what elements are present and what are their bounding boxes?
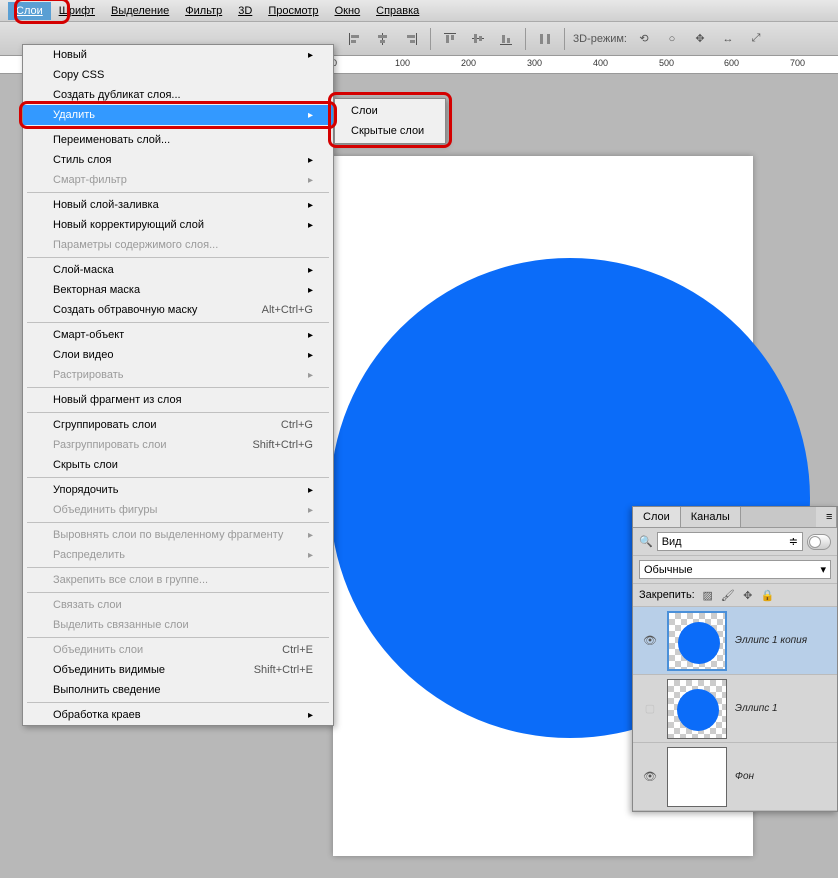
align-bottom-icon[interactable]	[495, 28, 517, 50]
search-icon: 🔍	[639, 535, 653, 548]
layers-panel: Слои Каналы ≡ 🔍 Вид≑ Обычные▾ Закрепить:…	[632, 506, 838, 812]
lock-row: Закрепить: ▨ 🖌 ✥ 🔒	[633, 584, 837, 607]
3d-mode-label: 3D-режим:	[573, 33, 627, 45]
menu-select-linked: Выделить связанные слои	[23, 615, 333, 635]
lock-paint-icon[interactable]: 🖌	[721, 588, 735, 602]
ruler-tick: 600	[724, 58, 739, 68]
layer-thumbnail[interactable]	[667, 679, 727, 739]
menu-video-layers[interactable]: Слои видео	[23, 345, 333, 365]
menu-smart-filter: Смарт-фильтр	[23, 170, 333, 190]
menu-type[interactable]: Шрифт	[51, 2, 103, 20]
slide-icon[interactable]: ↔	[717, 28, 739, 50]
menu-smart-object[interactable]: Смарт-объект	[23, 325, 333, 345]
menu-help[interactable]: Справка	[368, 2, 427, 20]
tab-layers[interactable]: Слои	[633, 507, 681, 527]
ruler-tick: 200	[461, 58, 476, 68]
visibility-icon[interactable]: ▢	[637, 702, 663, 715]
roll-icon[interactable]: ○	[661, 28, 683, 50]
layer-name[interactable]: Фон	[735, 771, 754, 782]
scale-icon[interactable]: ⤢	[745, 28, 767, 50]
tab-channels[interactable]: Каналы	[681, 507, 741, 527]
menu-new[interactable]: Новый	[23, 45, 333, 65]
panel-menu-icon[interactable]: ≡	[816, 507, 837, 527]
menu-align: Выровнять слои по выделенному фрагменту	[23, 525, 333, 545]
menu-merge-visible[interactable]: Объединить видимыеShift+Ctrl+E	[23, 660, 333, 680]
chevron-down-icon: ≑	[789, 535, 798, 548]
align-center-h-icon[interactable]	[372, 28, 394, 50]
menu-combine-shapes: Объединить фигуры	[23, 500, 333, 520]
ruler-tick: 400	[593, 58, 608, 68]
delete-submenu: Слои Скрытые слои	[334, 98, 446, 144]
separator	[430, 28, 431, 50]
menu-group[interactable]: Сгруппировать слоиCtrl+G	[23, 415, 333, 435]
distribute-icon[interactable]	[534, 28, 556, 50]
menu-lock-all: Закрепить все слои в группе...	[23, 570, 333, 590]
menu-window[interactable]: Окно	[327, 2, 369, 20]
submenu-hidden-layers[interactable]: Скрытые слои	[335, 121, 445, 141]
filter-type-select[interactable]: Вид≑	[657, 532, 803, 551]
menu-merge: Объединить слоиCtrl+E	[23, 640, 333, 660]
align-right-icon[interactable]	[400, 28, 422, 50]
layer-item[interactable]: ▢ Эллипс 1	[633, 675, 837, 743]
menu-new-adjustment[interactable]: Новый корректирующий слой	[23, 215, 333, 235]
menu-hide[interactable]: Скрыть слои	[23, 455, 333, 475]
layer-thumbnail[interactable]	[667, 747, 727, 807]
menu-link: Связать слои	[23, 595, 333, 615]
menu-delete[interactable]: Удалить	[23, 105, 333, 125]
layer-name[interactable]: Эллипс 1	[735, 703, 778, 714]
menu-select[interactable]: Выделение	[103, 2, 177, 20]
align-left-icon[interactable]	[344, 28, 366, 50]
lock-all-icon[interactable]: 🔒	[761, 588, 775, 602]
lock-transparency-icon[interactable]: ▨	[701, 588, 715, 602]
lock-position-icon[interactable]: ✥	[741, 588, 755, 602]
ruler-tick: 700	[790, 58, 805, 68]
chevron-down-icon: ▾	[820, 563, 826, 576]
orbit-icon[interactable]: ⟲	[633, 28, 655, 50]
menu-layer-mask[interactable]: Слой-маска	[23, 260, 333, 280]
menu-filter[interactable]: Фильтр	[177, 2, 230, 20]
menu-distribute: Распределить	[23, 545, 333, 565]
menu-copy-css[interactable]: Copy CSS	[23, 65, 333, 85]
lock-label: Закрепить:	[639, 589, 695, 601]
menu-rasterize: Растрировать	[23, 365, 333, 385]
menu-layers[interactable]: Слои	[8, 2, 51, 20]
filter-toggle[interactable]	[807, 534, 831, 550]
layer-item[interactable]: 👁 Эллипс 1 копия	[633, 607, 837, 675]
layer-list: 👁 Эллипс 1 копия ▢ Эллипс 1 👁 Фон	[633, 607, 837, 811]
layer-thumbnail[interactable]	[667, 611, 727, 671]
menu-3d[interactable]: 3D	[230, 2, 260, 20]
separator	[525, 28, 526, 50]
ruler-tick: 300	[527, 58, 542, 68]
align-middle-icon[interactable]	[467, 28, 489, 50]
layer-item[interactable]: 👁 Фон	[633, 743, 837, 811]
layers-menu-dropdown: Новый Copy CSS Создать дубликат слоя... …	[22, 44, 334, 726]
menu-flatten[interactable]: Выполнить сведение	[23, 680, 333, 700]
menu-view[interactable]: Просмотр	[260, 2, 326, 20]
menu-new-slice[interactable]: Новый фрагмент из слоя	[23, 390, 333, 410]
menu-layer-style[interactable]: Стиль слоя	[23, 150, 333, 170]
menu-new-fill[interactable]: Новый слой-заливка	[23, 195, 333, 215]
visibility-icon[interactable]: 👁	[637, 634, 663, 647]
menu-vector-mask[interactable]: Векторная маска	[23, 280, 333, 300]
menu-duplicate[interactable]: Создать дубликат слоя...	[23, 85, 333, 105]
pan-icon[interactable]: ✥	[689, 28, 711, 50]
menu-matting[interactable]: Обработка краев	[23, 705, 333, 725]
blend-mode-select[interactable]: Обычные▾	[639, 560, 831, 579]
menu-content-options: Параметры содержимого слоя...	[23, 235, 333, 255]
ruler-tick: 500	[659, 58, 674, 68]
align-top-icon[interactable]	[439, 28, 461, 50]
menubar: Слои Шрифт Выделение Фильтр 3D Просмотр …	[0, 0, 838, 22]
separator	[564, 28, 565, 50]
ruler-tick: 100	[395, 58, 410, 68]
menu-arrange[interactable]: Упорядочить	[23, 480, 333, 500]
layer-name[interactable]: Эллипс 1 копия	[735, 635, 807, 646]
menu-ungroup: Разгруппировать слоиShift+Ctrl+G	[23, 435, 333, 455]
menu-rename[interactable]: Переименовать слой...	[23, 130, 333, 150]
menu-clipping-mask[interactable]: Создать обтравочную маскуAlt+Ctrl+G	[23, 300, 333, 320]
submenu-layers[interactable]: Слои	[335, 101, 445, 121]
visibility-icon[interactable]: 👁	[637, 770, 663, 783]
